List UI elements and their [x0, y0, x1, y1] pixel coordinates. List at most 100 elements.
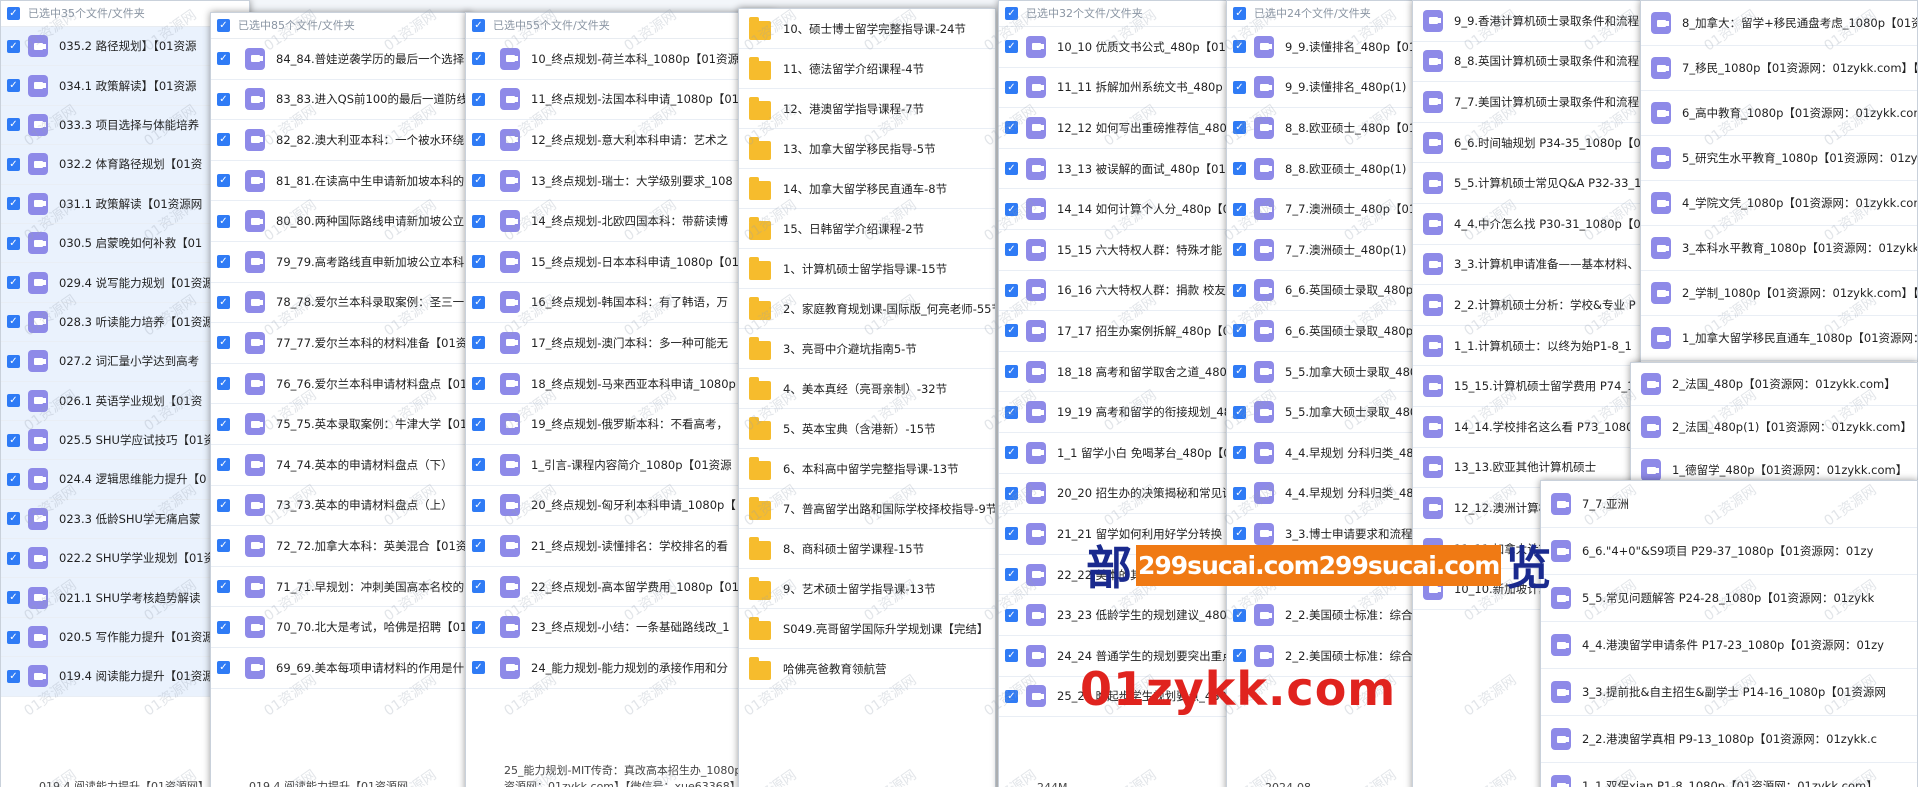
file-row[interactable]: ✓ 6_6.英国硕士录取_480p(1)【: [1227, 311, 1433, 352]
file-row[interactable]: 5_5.计算机硕士常见Q&A P32-33_1: [1413, 163, 1649, 204]
folder-row[interactable]: 哈佛亮爸教育领航营: [739, 649, 995, 689]
file-row[interactable]: ✓ 8_8.欧亚硕士_480p(1)【01资: [1227, 149, 1433, 190]
row-checkbox[interactable]: ✓: [7, 433, 20, 447]
file-row[interactable]: ✓ 13_终点规划-瑞士：大学级别要求_108: [466, 161, 774, 202]
file-row[interactable]: ✓ 6_6.英国硕士录取_480p【01: [1227, 271, 1433, 312]
select-all-checkbox[interactable]: ✓: [1233, 7, 1246, 20]
file-row[interactable]: ✓ 19_19 高考和留学的衔接规划_480: [999, 392, 1237, 433]
row-checkbox[interactable]: ✓: [1233, 365, 1246, 379]
row-checkbox[interactable]: ✓: [472, 580, 485, 594]
row-checkbox[interactable]: ✓: [472, 255, 485, 269]
select-all-checkbox[interactable]: ✓: [472, 19, 485, 32]
row-checkbox[interactable]: ✓: [472, 214, 485, 228]
row-checkbox[interactable]: ✓: [217, 661, 230, 675]
file-row[interactable]: ✓ 73_73.英本的申请材料盘点（上）: [211, 486, 469, 527]
file-row[interactable]: ✓ 13_13 被误解的面试_480p【01资: [999, 149, 1237, 190]
row-checkbox[interactable]: ✓: [472, 133, 485, 147]
file-row[interactable]: ✓ 9_9.读懂排名_480p【01资: [1227, 27, 1433, 68]
row-checkbox[interactable]: ✓: [1005, 446, 1018, 460]
row-checkbox[interactable]: ✓: [1233, 568, 1246, 582]
row-checkbox[interactable]: ✓: [217, 52, 230, 66]
file-row[interactable]: 2_法国_480p(1)【01资源网：01zykk.com】: [1631, 406, 1917, 449]
file-row[interactable]: ✓ 8_8.欧亚硕士_480p【01资: [1227, 108, 1433, 149]
row-checkbox[interactable]: ✓: [217, 498, 230, 512]
row-checkbox[interactable]: ✓: [1233, 40, 1246, 54]
row-checkbox[interactable]: ✓: [7, 669, 20, 683]
row-checkbox[interactable]: ✓: [1005, 162, 1018, 176]
row-checkbox[interactable]: ✓: [472, 458, 485, 472]
row-checkbox[interactable]: ✓: [1005, 202, 1018, 216]
file-row[interactable]: ✓ 17_终点规划-澳门本科：多一种可能无: [466, 323, 774, 364]
row-checkbox[interactable]: ✓: [1233, 527, 1246, 541]
row-checkbox[interactable]: ✓: [7, 630, 20, 644]
row-checkbox[interactable]: ✓: [1233, 121, 1246, 135]
file-row[interactable]: ✓ 75_75.英本录取案例：牛津大学【01: [211, 404, 469, 445]
file-row[interactable]: 2_学制_1080p【01资源网：01zykk.com】【: [1641, 271, 1917, 316]
file-row[interactable]: ✓ 78_78.爱尔兰本科录取案例：圣三一: [211, 283, 469, 324]
file-row[interactable]: ✓ 16_16 六大特权人群：捐款 校友: [999, 271, 1237, 312]
select-all-checkbox[interactable]: ✓: [1005, 7, 1018, 20]
row-checkbox[interactable]: ✓: [217, 539, 230, 553]
file-row[interactable]: ✓ 80_80.两种国际路线申请新加坡公立: [211, 201, 469, 242]
file-row[interactable]: ✓ 77_77.爱尔兰本科的材料准备【01资: [211, 323, 469, 364]
file-row[interactable]: ✓ 82_82.澳大利亚本科：一个被水环绕: [211, 120, 469, 161]
folder-row[interactable]: 6、本科高中留学完整指导课-13节: [739, 449, 995, 489]
file-row[interactable]: ✓ 23_23 低龄学生的规划建议_480p: [999, 595, 1237, 636]
file-row[interactable]: ✓ 24_24 普通学生的规划要突出重点: [999, 636, 1237, 677]
file-row[interactable]: ✓ 17_17 招生办案例拆解_480p【01: [999, 311, 1237, 352]
row-checkbox[interactable]: ✓: [1005, 486, 1018, 500]
file-row[interactable]: ✓ 70_70.北大是考试，哈佛是招聘【01: [211, 607, 469, 648]
file-row[interactable]: 3_3.提前批&自主招生&副学士 P14-16_1080p【01资源网: [1541, 669, 1917, 716]
file-row[interactable]: ✓ 14_终点规划-北欧四国本科：带薪读博: [466, 201, 774, 242]
file-row[interactable]: ✓ 18_终点规划-马来西亚本科申请_1080p: [466, 364, 774, 405]
file-row[interactable]: ✓ 2_2.美国硕士标准：综合录取_480p(1)【01资源: [1227, 636, 1433, 677]
row-checkbox[interactable]: ✓: [7, 197, 20, 211]
row-checkbox[interactable]: ✓: [7, 472, 20, 486]
row-checkbox[interactable]: ✓: [1005, 608, 1018, 622]
file-row[interactable]: ✓ 22_22 美本的其他录取技巧_480p: [999, 555, 1237, 596]
file-row[interactable]: ✓ 84_84.普娃逆袭学历的最后一个选择: [211, 39, 469, 80]
file-row[interactable]: ✓ 15_终点规划-日本本科申请_1080p【01: [466, 242, 774, 283]
row-checkbox[interactable]: ✓: [217, 336, 230, 350]
file-row[interactable]: ✓ 22_终点规划-高本留学费用_1080p【01: [466, 567, 774, 608]
row-checkbox[interactable]: ✓: [1005, 527, 1018, 541]
file-row[interactable]: ✓ 20_20 招生办的决策揭秘和常见误: [999, 474, 1237, 515]
file-row[interactable]: ✓ 69_69.美本每项申请材料的作用是什: [211, 648, 469, 689]
row-checkbox[interactable]: ✓: [1005, 405, 1018, 419]
file-row[interactable]: 1_1.计算机硕士：以终为始P1-8_1: [1413, 326, 1649, 367]
file-row[interactable]: ✓ 3_3.博士申请要求和流程_480p: [1227, 514, 1433, 555]
folder-row[interactable]: 3、亮哥中介避坑指南5-节: [739, 329, 995, 369]
file-row[interactable]: ✓ 74_74.英本的申请材料盘点（下）: [211, 445, 469, 486]
file-row[interactable]: 6_6.时间轴规划 P34-35_1080p【01: [1413, 123, 1649, 164]
row-checkbox[interactable]: ✓: [7, 79, 20, 93]
row-checkbox[interactable]: ✓: [1233, 324, 1246, 338]
row-checkbox[interactable]: ✓: [1005, 324, 1018, 338]
file-row[interactable]: ✓ 12_终点规划-意大利本科申请：艺术之: [466, 120, 774, 161]
file-row[interactable]: ✓ 21_21 留学如何利用好学分转换: [999, 514, 1237, 555]
row-checkbox[interactable]: ✓: [217, 295, 230, 309]
row-checkbox[interactable]: ✓: [1005, 365, 1018, 379]
folder-row[interactable]: 9、艺术硕士留学指导课-13节: [739, 569, 995, 609]
file-row[interactable]: ✓ 83_83.进入QS前100的最后一道防线: [211, 80, 469, 121]
row-checkbox[interactable]: ✓: [7, 591, 20, 605]
row-checkbox[interactable]: ✓: [1005, 568, 1018, 582]
row-checkbox[interactable]: ✓: [1233, 649, 1246, 663]
file-row[interactable]: ✓ 5_5.加拿大硕士录取_480p【: [1227, 352, 1433, 393]
row-checkbox[interactable]: ✓: [1233, 486, 1246, 500]
row-checkbox[interactable]: ✓: [7, 276, 20, 290]
file-row[interactable]: ✓ 1_引言-课程内容简介_1080p【01资源: [466, 445, 774, 486]
row-checkbox[interactable]: ✓: [1233, 243, 1246, 257]
row-checkbox[interactable]: ✓: [1005, 283, 1018, 297]
row-checkbox[interactable]: ✓: [217, 417, 230, 431]
row-checkbox[interactable]: ✓: [1233, 446, 1246, 460]
row-checkbox[interactable]: ✓: [7, 551, 20, 565]
file-row[interactable]: ✓ 11_终点规划-法国本科申请_1080p【01: [466, 80, 774, 121]
file-row[interactable]: 7_7.美国计算机硕士录取条件和流程: [1413, 82, 1649, 123]
file-row[interactable]: 7_移民_1080p【01资源网：01zykk.com】【: [1641, 46, 1917, 91]
file-row[interactable]: ✓ 72_72.加拿大本科：英美混合【01资: [211, 526, 469, 567]
row-checkbox[interactable]: ✓: [217, 92, 230, 106]
file-row[interactable]: 15_15.计算机硕士留学费用 P74_1: [1413, 366, 1649, 407]
folder-row[interactable]: 7、普高留学出路和国际学校择校指导-9节: [739, 489, 995, 529]
file-row[interactable]: 6_高中教育_1080p【01资源网：01zykk.com】: [1641, 91, 1917, 136]
file-row[interactable]: ✓ 23_终点规划-小结：一条基础路线改_1: [466, 607, 774, 648]
